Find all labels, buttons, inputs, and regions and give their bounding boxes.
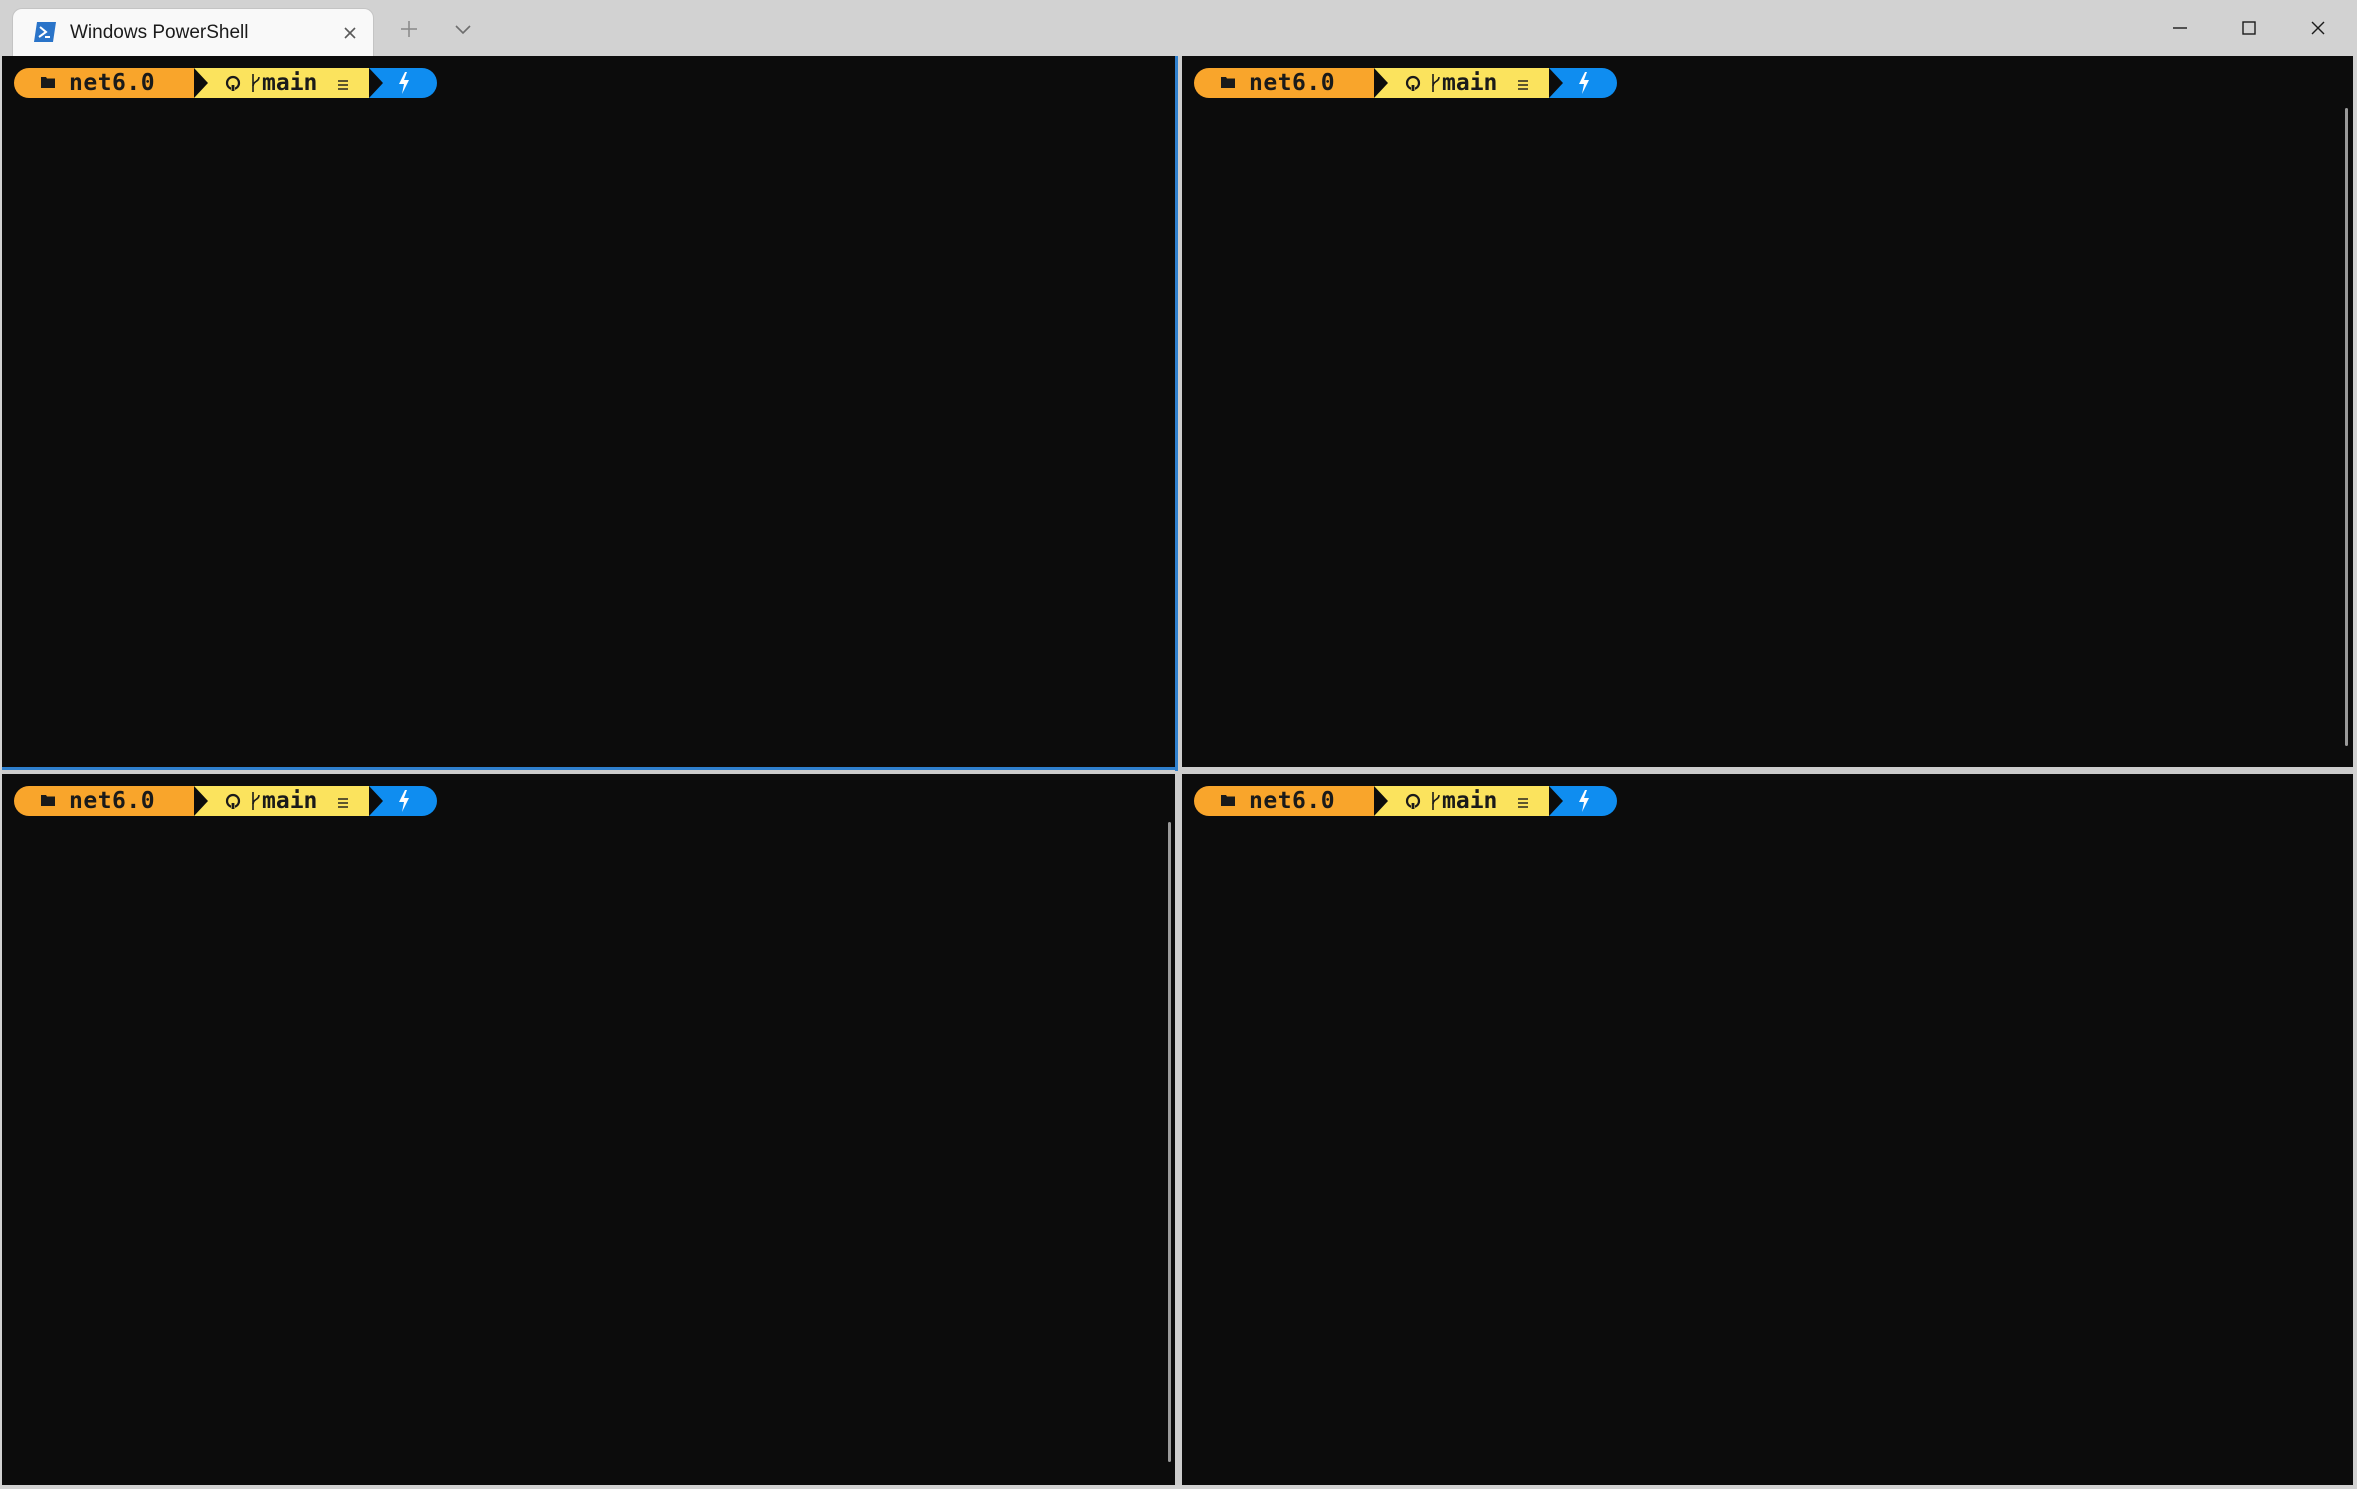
prompt-folder-segment: net6.0 [1194, 786, 1388, 816]
minimize-button[interactable] [2146, 0, 2214, 56]
scrollbar[interactable] [2345, 108, 2348, 746]
prompt-status-segment [1549, 786, 1617, 816]
prompt-git-segment: main [194, 786, 383, 816]
prompt-status-segment [369, 786, 437, 816]
branch-label: main [1442, 788, 1498, 814]
github-icon [1405, 793, 1421, 809]
branch-label: main [262, 788, 318, 814]
branch-status-icon [338, 80, 348, 90]
lightning-bolt-icon [1579, 72, 1589, 94]
branch-label: main [262, 70, 318, 96]
git-branch-icon [252, 74, 260, 92]
close-button[interactable] [2284, 0, 2352, 56]
tab-title: Windows PowerShell [70, 22, 249, 43]
prompt-git-segment: main [1374, 68, 1563, 98]
git-branch-icon [1432, 74, 1440, 92]
prompt-folder-segment: net6.0 [1194, 68, 1388, 98]
terminal-pane-bottom-right[interactable]: net6.0 main [1182, 774, 2353, 1485]
github-icon [225, 75, 241, 91]
lightning-bolt-icon [399, 72, 409, 94]
branch-label: main [1442, 70, 1498, 96]
pane-area: net6.0 main net6.0 main net6.0 main net6… [2, 56, 2353, 1485]
prompt-status-segment [369, 68, 437, 98]
branch-status-icon [338, 798, 348, 808]
folder-icon [41, 77, 55, 88]
active-pane-border [2, 767, 1178, 770]
terminal-window: Windows PowerShell net6.0 main net6.0 ma… [0, 0, 2357, 1489]
powershell-icon [33, 21, 57, 43]
github-icon [1405, 75, 1421, 91]
prompt-folder-segment: net6.0 [14, 786, 208, 816]
folder-icon [1221, 795, 1235, 806]
branch-status-icon [1518, 798, 1528, 808]
folder-icon [41, 795, 55, 806]
prompt-git-segment: main [1374, 786, 1563, 816]
prompt-folder-segment: net6.0 [14, 68, 208, 98]
tab-windows-powershell[interactable]: Windows PowerShell [13, 9, 373, 56]
branch-status-icon [1518, 80, 1528, 90]
terminal-pane-top-left[interactable]: net6.0 main [2, 56, 1175, 767]
close-icon [2311, 21, 2325, 35]
git-branch-icon [1432, 792, 1440, 810]
minimize-icon [2173, 27, 2187, 29]
scrollbar[interactable] [1168, 822, 1171, 1462]
folder-label: net6.0 [1249, 70, 1336, 96]
title-bar[interactable]: Windows PowerShell [0, 0, 2357, 56]
chevron-down-icon[interactable] [448, 14, 478, 44]
prompt-git-segment: main [194, 68, 383, 98]
maximize-icon [2242, 21, 2256, 35]
folder-label: net6.0 [69, 70, 156, 96]
folder-label: net6.0 [1249, 788, 1336, 814]
maximize-button[interactable] [2215, 0, 2283, 56]
new-tab-plus-icon[interactable] [394, 14, 424, 44]
lightning-bolt-icon [399, 790, 409, 812]
folder-icon [1221, 77, 1235, 88]
prompt-status-segment [1549, 68, 1617, 98]
active-pane-border [1175, 56, 1178, 771]
git-branch-icon [252, 792, 260, 810]
tab-close-icon[interactable] [338, 21, 362, 45]
github-icon [225, 793, 241, 809]
lightning-bolt-icon [1579, 790, 1589, 812]
folder-label: net6.0 [69, 788, 156, 814]
terminal-pane-bottom-left[interactable]: net6.0 main [2, 774, 1175, 1485]
terminal-pane-top-right[interactable]: net6.0 main [1182, 56, 2353, 767]
